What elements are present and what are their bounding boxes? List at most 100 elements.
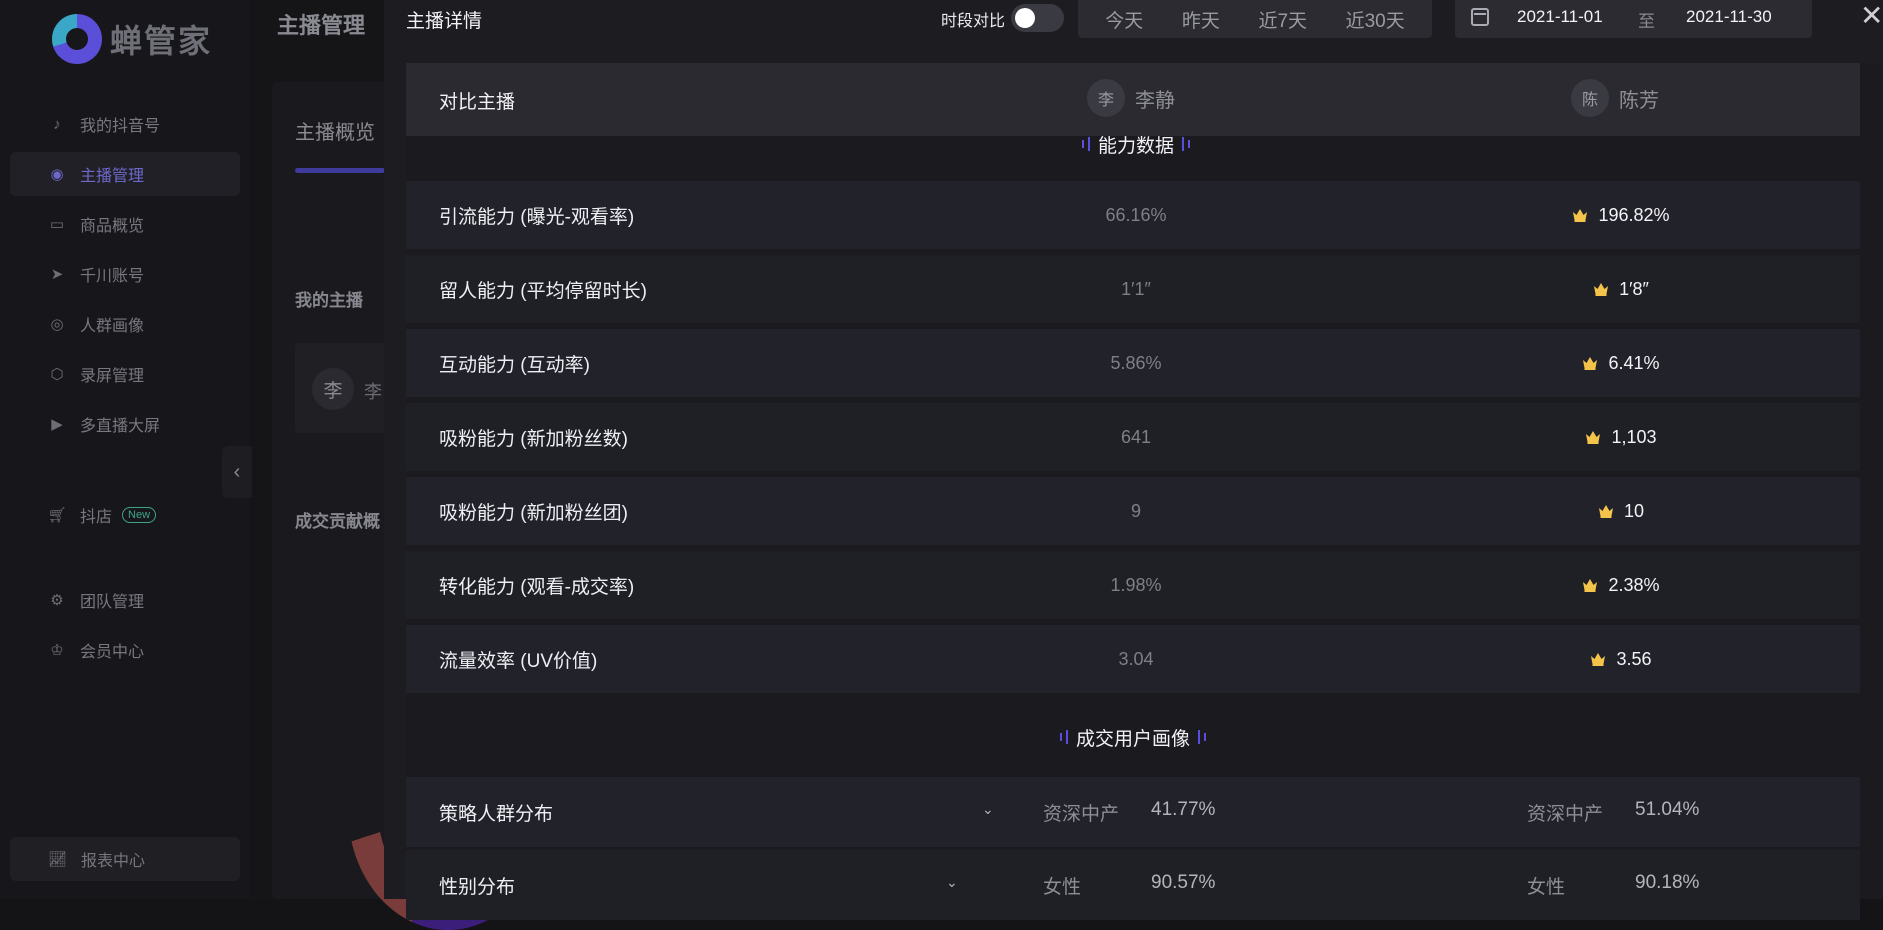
anchor-b[interactable]: 陈 陈芳 bbox=[1571, 79, 1659, 117]
anchor-a-value: 9 bbox=[1130, 500, 1141, 521]
sidebar-item-team[interactable]: ⚙ 团队管理 bbox=[10, 578, 240, 622]
sidebar-item-anchor[interactable]: ◉ 主播管理 bbox=[10, 152, 240, 196]
collapse-sidebar-button[interactable]: ‹ bbox=[222, 446, 252, 498]
date-end[interactable]: 2021-11-30 bbox=[1686, 7, 1772, 27]
douyin-icon: ♪ bbox=[53, 115, 61, 133]
sidebar-item-products[interactable]: ▭ 商品概览 bbox=[10, 202, 240, 246]
avatar: 李 bbox=[1087, 79, 1125, 117]
anchor-b-value: 3.56 bbox=[1616, 648, 1652, 669]
period-compare-label: 时段对比 bbox=[941, 13, 1006, 30]
sidebar-item-persona[interactable]: ◎ 人群画像 bbox=[10, 302, 240, 346]
section-deco-icon bbox=[1060, 730, 1068, 744]
anchor-b-value: 1′8″ bbox=[1619, 278, 1649, 299]
anchor-b-cell: 196.82% bbox=[1521, 205, 1721, 226]
anchor-a-value: 41.77% bbox=[1151, 799, 1216, 820]
avatar: 陈 bbox=[1571, 79, 1609, 117]
range-today[interactable]: 今天 bbox=[1105, 6, 1143, 33]
user-circle-icon: ◉ bbox=[50, 166, 64, 183]
chevron-down-icon[interactable]: ⌄ bbox=[982, 801, 994, 817]
sidebar-item-label: 千川账号 bbox=[80, 268, 145, 285]
screen-icon: ▶ bbox=[51, 416, 63, 433]
scrollbar[interactable] bbox=[1860, 63, 1883, 899]
metric-label: 吸粉能力 (新加粉丝团) bbox=[439, 502, 628, 524]
drawer-header: 主播详情 时段对比 今天 昨天 近7天 近30天 2021-11-01 至 20… bbox=[384, 0, 1883, 63]
sidebar-item-douyin[interactable]: ♪ 我的抖音号 bbox=[10, 102, 240, 146]
sidebar: 蝉管家 ♪ 我的抖音号 ◉ 主播管理 ▭ 商品概览 ➤ 千川账号 ◎ 人群画像 … bbox=[0, 0, 250, 899]
section-persona: 成交用户画像 bbox=[1060, 723, 1207, 751]
sidebar-item-label: 团队管理 bbox=[80, 594, 145, 611]
new-badge: New bbox=[122, 507, 157, 523]
bag-icon: ▭ bbox=[49, 216, 65, 233]
gender-row[interactable]: 性别分布 ⌄ 女性 90.57% 女性 90.18% bbox=[406, 850, 1860, 920]
anchor-b-cell: 6.41% bbox=[1521, 353, 1721, 374]
anchor-a-value: 90.57% bbox=[1151, 872, 1216, 893]
gear-icon: ⚙ bbox=[50, 592, 64, 609]
metric-label: 互动能力 (互动率) bbox=[439, 354, 590, 376]
metric-row: 吸粉能力 (新加粉丝团) 9 10 bbox=[406, 477, 1860, 545]
metric-row: 转化能力 (观看-成交率) 1.98% 2.38% bbox=[406, 551, 1860, 619]
row-label: 性别分布 bbox=[439, 877, 516, 898]
strategy-crowd-row[interactable]: 策略人群分布 ⌄ 资深中产 41.77% 资深中产 51.04% bbox=[406, 777, 1860, 847]
anchor-b-value: 90.18% bbox=[1635, 872, 1700, 893]
sidebar-item-member[interactable]: ♔ 会员中心 bbox=[10, 628, 240, 672]
close-icon[interactable]: ✕ bbox=[1860, 2, 1883, 30]
anchor-b-value: 6.41% bbox=[1608, 352, 1660, 373]
sidebar-item-recording[interactable]: ⬡ 录屏管理 bbox=[10, 352, 240, 396]
date-picker[interactable]: 2021-11-01 至 2021-11-30 bbox=[1455, 0, 1812, 38]
sidebar-item-label: 人群画像 bbox=[80, 318, 145, 335]
anchor-a-value: 3.04 bbox=[1118, 648, 1154, 669]
anchor-b-cell: 1′8″ bbox=[1521, 279, 1721, 300]
anchor-a-value: 5.86% bbox=[1110, 352, 1162, 373]
sidebar-item-label: 会员中心 bbox=[80, 644, 145, 661]
range-7days[interactable]: 近7天 bbox=[1258, 6, 1307, 33]
anchor-a-name: 李静 bbox=[1135, 89, 1175, 112]
range-yesterday[interactable]: 昨天 bbox=[1182, 6, 1220, 33]
sidebar-item-label: 多直播大屏 bbox=[80, 418, 161, 435]
crown-icon bbox=[1585, 430, 1601, 444]
drawer-title: 主播详情 bbox=[406, 11, 483, 32]
anchor-b-key: 女性 bbox=[1527, 877, 1566, 898]
crown-icon bbox=[1582, 578, 1598, 592]
send-icon: ➤ bbox=[50, 266, 64, 283]
tab-indicator bbox=[295, 168, 385, 173]
anchor-b-cell: 3.56 bbox=[1521, 649, 1721, 670]
chevron-down-icon[interactable]: ⌄ bbox=[946, 874, 958, 890]
anchor-b-cell: 1,103 bbox=[1521, 427, 1721, 448]
logo: 蝉管家 bbox=[52, 14, 212, 64]
anchor-a-value: 641 bbox=[1120, 426, 1152, 447]
chart-icon: 📈︎ bbox=[48, 851, 68, 868]
anchor-b-value: 196.82% bbox=[1598, 204, 1670, 225]
hexagon-icon: ⬡ bbox=[50, 366, 64, 383]
chevron-left-icon: ‹ bbox=[233, 460, 241, 483]
crown-icon bbox=[1593, 282, 1609, 296]
sidebar-item-label: 我的抖音号 bbox=[80, 118, 161, 135]
section-ability: 能力数据 bbox=[1082, 130, 1191, 158]
period-compare-toggle[interactable] bbox=[1011, 4, 1064, 32]
sidebar-item-qianchuan[interactable]: ➤ 千川账号 bbox=[10, 252, 240, 296]
anchor-a[interactable]: 李 李静 bbox=[1087, 79, 1175, 117]
date-start[interactable]: 2021-11-01 bbox=[1517, 7, 1603, 27]
metric-row: 互动能力 (互动率) 5.86% 6.41% bbox=[406, 329, 1860, 397]
crown-icon bbox=[1582, 356, 1598, 370]
drawer-content: 对比主播 李 李静 陈 陈芳 能力数据 引流能力 (曝光-观看率) 66.16% 1… bbox=[406, 63, 1883, 920]
report-center-label: 报表中心 bbox=[81, 853, 146, 870]
tab-overview[interactable]: 主播概览 bbox=[295, 116, 375, 145]
anchor-b-value: 10 bbox=[1623, 500, 1645, 521]
user-group-icon: ◎ bbox=[50, 316, 64, 333]
metric-label: 转化能力 (观看-成交率) bbox=[439, 576, 635, 598]
anchor-a-value: 1.98% bbox=[1110, 574, 1162, 595]
anchor-detail-drawer: 主播详情 时段对比 今天 昨天 近7天 近30天 2021-11-01 至 20… bbox=[384, 0, 1883, 920]
anchor-a-key: 资深中产 bbox=[1043, 804, 1120, 825]
metric-row: 吸粉能力 (新加粉丝数) 641 1,103 bbox=[406, 403, 1860, 471]
metric-label: 引流能力 (曝光-观看率) bbox=[439, 206, 635, 228]
sidebar-item-multiscreen[interactable]: ▶ 多直播大屏 bbox=[10, 402, 240, 446]
section-deco-icon bbox=[1182, 137, 1191, 151]
anchor-a-key: 女性 bbox=[1043, 877, 1082, 898]
sidebar-item-label: 抖店 bbox=[80, 509, 113, 526]
sidebar-item-label: 主播管理 bbox=[80, 168, 145, 185]
sidebar-item-shop[interactable]: 🛒︎ 抖店 New bbox=[10, 493, 240, 537]
report-center-button[interactable]: 📈︎ 报表中心 bbox=[10, 837, 240, 881]
anchor-b-name: 陈芳 bbox=[1619, 89, 1659, 112]
range-30days[interactable]: 近30天 bbox=[1346, 6, 1405, 33]
metric-label: 吸粉能力 (新加粉丝数) bbox=[439, 428, 628, 450]
